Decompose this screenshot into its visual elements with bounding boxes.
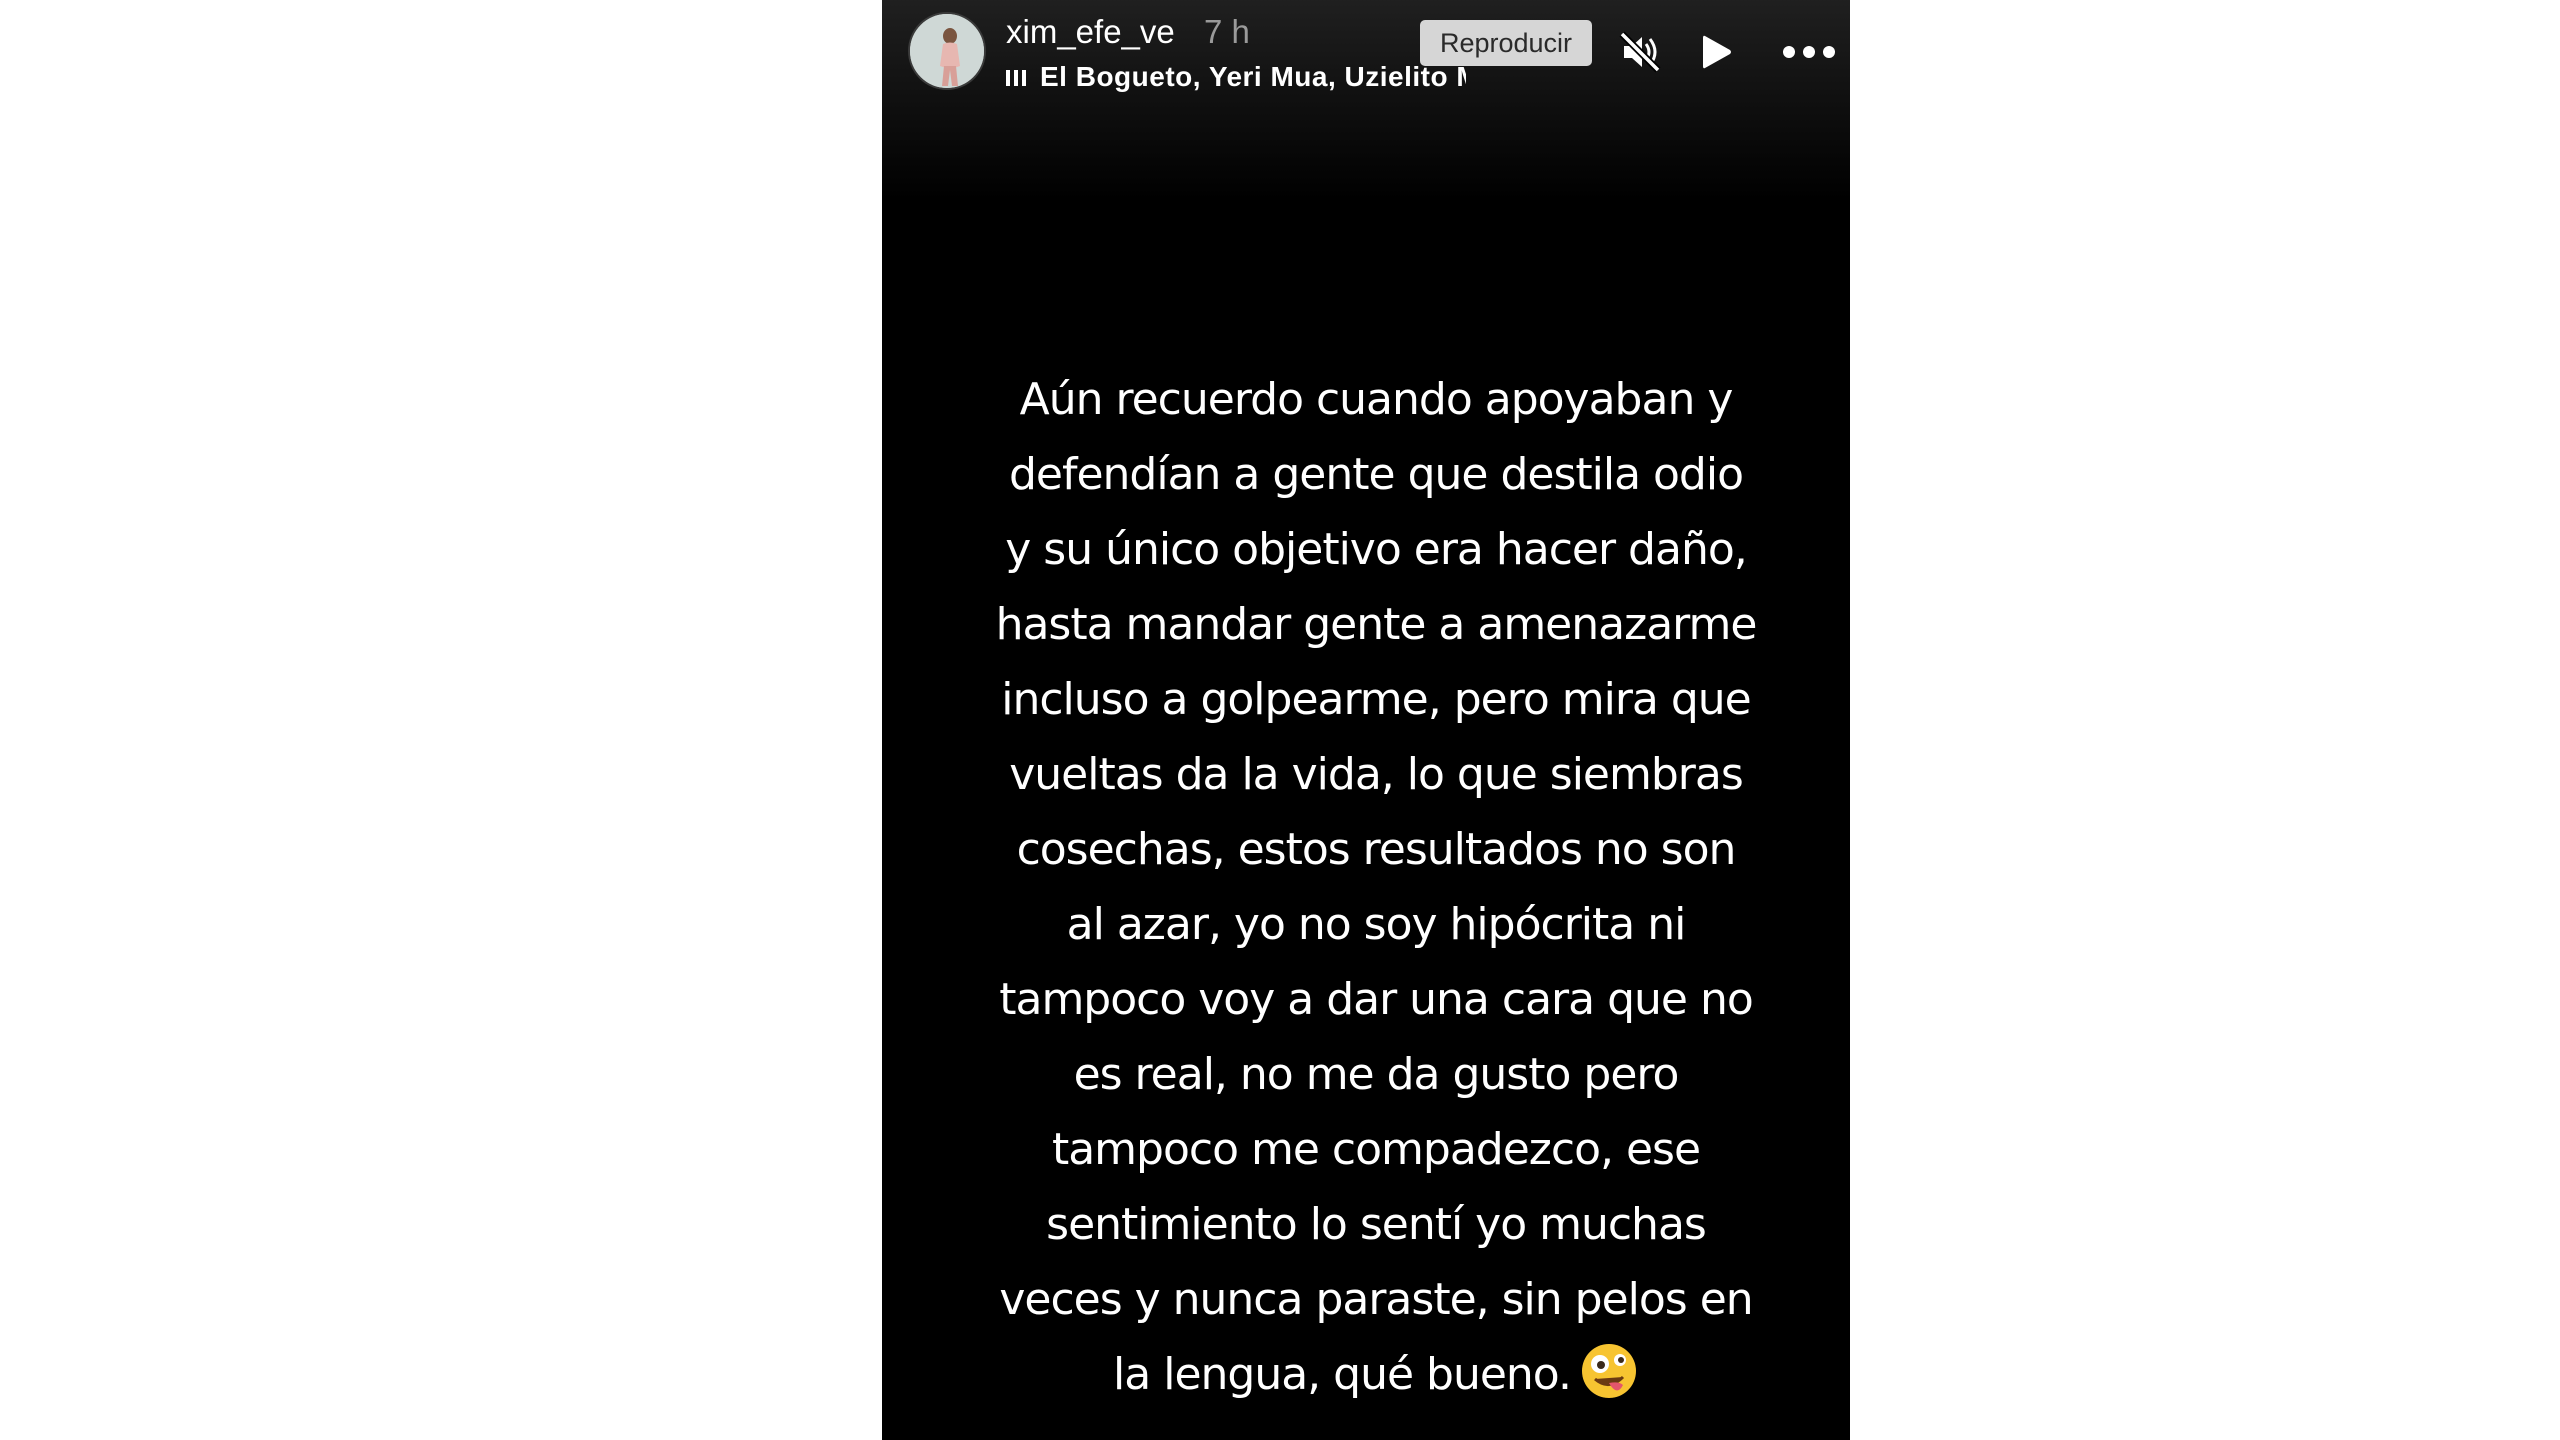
zany-face-icon (1579, 1341, 1639, 1401)
play-icon (1703, 35, 1731, 69)
play-tooltip: Reproducir (1420, 20, 1592, 66)
music-label: El Bogueto, Yeri Mua, Uzielito Mix · Ne (1040, 61, 1466, 92)
time-ago: 7 h (1204, 13, 1250, 50)
music-info[interactable]: El Bogueto, Yeri Mua, Uzielito Mix · Ne (1006, 60, 1466, 94)
avatar[interactable] (908, 12, 986, 90)
more-options-button[interactable] (1776, 24, 1842, 80)
speaker-muted-icon (1619, 31, 1661, 73)
more-options-icon (1783, 46, 1835, 58)
story-viewer: xim_efe_ve 7 h El Bogueto, Yeri Mua, Uzi… (882, 0, 1850, 1440)
play-button[interactable] (1688, 24, 1744, 80)
story-text: Aún recuerdo cuando apoyaban y defendían… (982, 362, 1770, 1412)
username[interactable]: xim_efe_ve (1006, 12, 1175, 52)
avatar-image (910, 14, 984, 88)
story-text-content: Aún recuerdo cuando apoyaban y defendían… (995, 374, 1758, 1400)
mute-button[interactable] (1612, 24, 1668, 80)
music-bars-icon (1006, 68, 1026, 86)
